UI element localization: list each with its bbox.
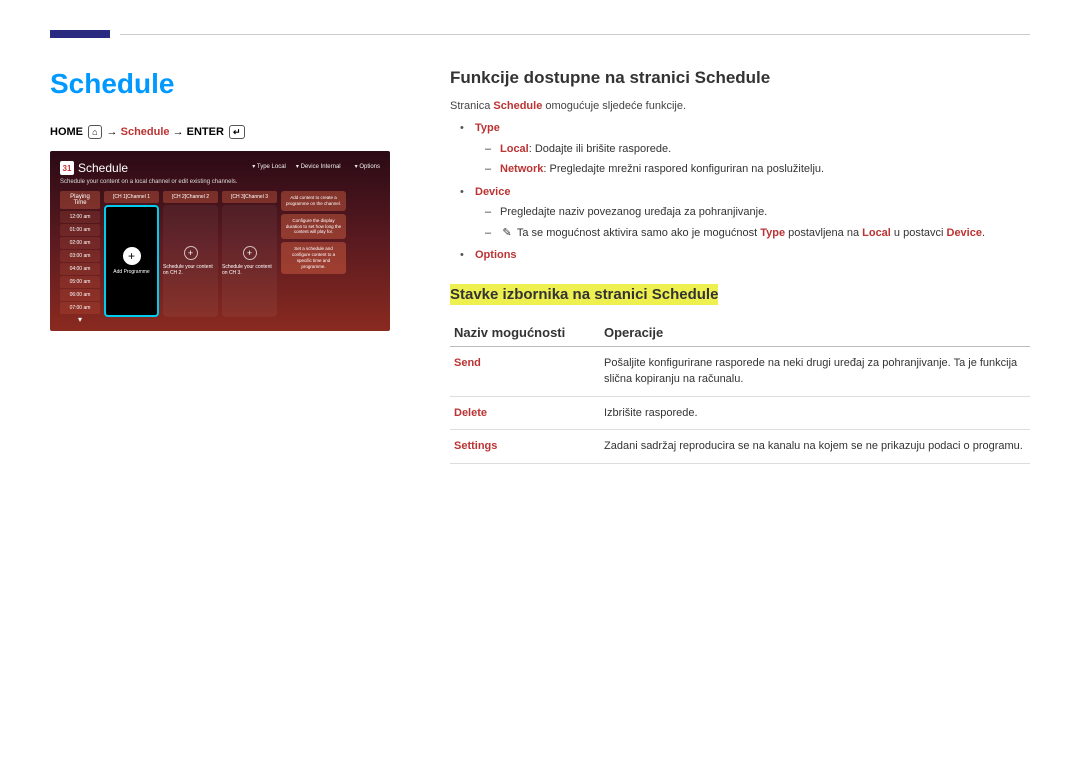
page-header bbox=[0, 0, 1080, 38]
time-slot: 03:00 am bbox=[60, 250, 100, 262]
time-slot: 04:00 am bbox=[60, 263, 100, 275]
tv-control-options[interactable]: Options bbox=[355, 163, 380, 170]
note-pre: Ta se mogućnost aktivira samo ako je mog… bbox=[517, 227, 760, 239]
note-device: Device bbox=[947, 227, 982, 239]
nav-path: HOME ⌂ → Schedule → ENTER ↵ bbox=[50, 125, 390, 139]
channel-slot-label: Schedule your content on CH 2. bbox=[163, 264, 218, 276]
enter-icon: ↵ bbox=[229, 125, 245, 139]
type-network: Network: Pregledajte mrežni raspored kon… bbox=[490, 161, 1030, 178]
path-home: HOME bbox=[50, 126, 83, 138]
table-row: Settings Zadani sadržaj reproducira se n… bbox=[450, 430, 1030, 464]
time-slot: 07:00 am bbox=[60, 302, 100, 314]
channel-slot[interactable]: + Schedule your content on CH 3. bbox=[222, 205, 277, 317]
header-divider bbox=[120, 34, 1030, 35]
left-column: Schedule HOME ⌂ → Schedule → ENTER ↵ 31 … bbox=[50, 68, 390, 464]
time-slot: 05:00 am bbox=[60, 276, 100, 288]
channel-3: [CH 3]Channel 3 + Schedule your content … bbox=[222, 191, 277, 324]
channel-header: [CH 1]Channel 1 bbox=[104, 191, 159, 203]
chevron-down-icon[interactable]: ▾ bbox=[60, 315, 100, 324]
device-note: ✎ Ta se mogućnost aktivira samo ako je m… bbox=[490, 225, 1030, 242]
device-desc: Pregledajte naziv povezanog uređaja za p… bbox=[490, 204, 1030, 221]
channel-slot[interactable]: + Schedule your content on CH 2. bbox=[163, 205, 218, 317]
network-bold: Network bbox=[500, 163, 543, 175]
feature-type: Type Local: Dodajte ili brišite raspored… bbox=[465, 120, 1030, 178]
side-tip: Set a schedule and configure content to … bbox=[281, 242, 346, 273]
plus-icon[interactable]: + bbox=[243, 246, 257, 260]
note-mid: postavljena na bbox=[785, 227, 862, 239]
tv-title-text: Schedule bbox=[78, 161, 128, 175]
note-type: Type bbox=[760, 227, 785, 239]
col-name: Naziv mogućnosti bbox=[450, 319, 600, 347]
note-mid2: u postavci bbox=[891, 227, 947, 239]
feature-type-label: Type bbox=[475, 122, 500, 134]
table-row: Delete Izbrišite rasporede. bbox=[450, 396, 1030, 430]
tv-grid: Playing Time 12:00 am 01:00 am 02:00 am … bbox=[60, 191, 380, 324]
table-row: Send Pošaljite konfigurirane rasporede n… bbox=[450, 346, 1030, 396]
time-column: Playing Time 12:00 am 01:00 am 02:00 am … bbox=[60, 191, 100, 324]
intro-text: Stranica Schedule omogućuje sljedeće fun… bbox=[450, 100, 1030, 112]
options-table: Naziv mogućnosti Operacije Send Pošaljit… bbox=[450, 319, 1030, 464]
time-slot: 02:00 am bbox=[60, 237, 100, 249]
channel-header: [CH 3]Channel 3 bbox=[222, 191, 277, 203]
menu-items-heading: Stavke izbornika na stranici Schedule bbox=[450, 284, 718, 305]
page-title: Schedule bbox=[50, 68, 390, 100]
channel-1: [CH 1]Channel 1 + Add Programme bbox=[104, 191, 159, 324]
time-slot: 12:00 am bbox=[60, 211, 100, 223]
local-text: : Dodajte ili brišite rasporede. bbox=[529, 143, 671, 155]
intro-highlight: Schedule bbox=[493, 100, 542, 112]
page-body: Schedule HOME ⌂ → Schedule → ENTER ↵ 31 … bbox=[0, 38, 1080, 514]
plus-icon[interactable]: + bbox=[123, 247, 141, 265]
row-delete-desc: Izbrišite rasporede. bbox=[600, 396, 1030, 430]
intro-pre: Stranica bbox=[450, 100, 493, 112]
header-accent bbox=[50, 30, 110, 38]
feature-list: Type Local: Dodajte ili brišite raspored… bbox=[450, 120, 1030, 264]
calendar-icon: 31 bbox=[60, 161, 74, 175]
plus-icon[interactable]: + bbox=[184, 246, 198, 260]
type-sublist: Local: Dodajte ili brišite rasporede. Ne… bbox=[475, 141, 1030, 178]
table-header-row: Naziv mogućnosti Operacije bbox=[450, 319, 1030, 347]
channel-slot-label: Add Programme bbox=[113, 269, 149, 275]
screenshot-preview: 31 Schedule Type Local Device Internal O… bbox=[50, 151, 390, 331]
tv-sidebar: Add content to create a programme on the… bbox=[281, 191, 346, 324]
path-enter: ENTER bbox=[187, 126, 224, 138]
functions-heading: Funkcije dostupne na stranici Schedule bbox=[450, 68, 1030, 88]
note-local: Local bbox=[862, 227, 891, 239]
channel-header: [CH 2]Channel 2 bbox=[163, 191, 218, 203]
tv-control-type[interactable]: Type Local bbox=[252, 163, 286, 170]
tv-subtitle: Schedule your content on a local channel… bbox=[60, 179, 380, 185]
network-text: : Pregledajte mrežni raspored konfigurir… bbox=[543, 163, 824, 175]
time-slot: 06:00 am bbox=[60, 289, 100, 301]
feature-device-label: Device bbox=[475, 186, 510, 198]
home-icon: ⌂ bbox=[88, 125, 101, 139]
note-icon: ✎ bbox=[500, 225, 514, 242]
row-send-desc: Pošaljite konfigurirane rasporede na nek… bbox=[600, 346, 1030, 396]
device-sublist: Pregledajte naziv povezanog uređaja za p… bbox=[475, 204, 1030, 241]
feature-options-label: Options bbox=[475, 249, 517, 261]
row-settings-desc: Zadani sadržaj reproducira se na kanalu … bbox=[600, 430, 1030, 464]
side-tip: Configure the display duration to set ho… bbox=[281, 214, 346, 240]
row-send-name: Send bbox=[450, 346, 600, 396]
row-delete-name: Delete bbox=[450, 396, 600, 430]
channel-slot-selected[interactable]: + Add Programme bbox=[104, 205, 159, 317]
path-schedule: Schedule bbox=[121, 126, 170, 138]
right-column: Funkcije dostupne na stranici Schedule S… bbox=[450, 68, 1030, 464]
local-bold: Local bbox=[500, 143, 529, 155]
time-header: Playing Time bbox=[60, 191, 100, 209]
feature-options: Options bbox=[465, 247, 1030, 264]
note-end: . bbox=[982, 227, 985, 239]
channel-slot-label: Schedule your content on CH 3. bbox=[222, 264, 277, 276]
time-slot: 01:00 am bbox=[60, 224, 100, 236]
side-tip: Add content to create a programme on the… bbox=[281, 191, 346, 211]
channel-2: [CH 2]Channel 2 + Schedule your content … bbox=[163, 191, 218, 324]
type-local: Local: Dodajte ili brišite rasporede. bbox=[490, 141, 1030, 158]
tv-control-device[interactable]: Device Internal bbox=[296, 163, 341, 170]
col-operations: Operacije bbox=[600, 319, 1030, 347]
tv-top-controls: Type Local Device Internal Options bbox=[252, 163, 380, 170]
feature-device: Device Pregledajte naziv povezanog uređa… bbox=[465, 184, 1030, 242]
row-settings-name: Settings bbox=[450, 430, 600, 464]
intro-post: omogućuje sljedeće funkcije. bbox=[542, 100, 686, 112]
